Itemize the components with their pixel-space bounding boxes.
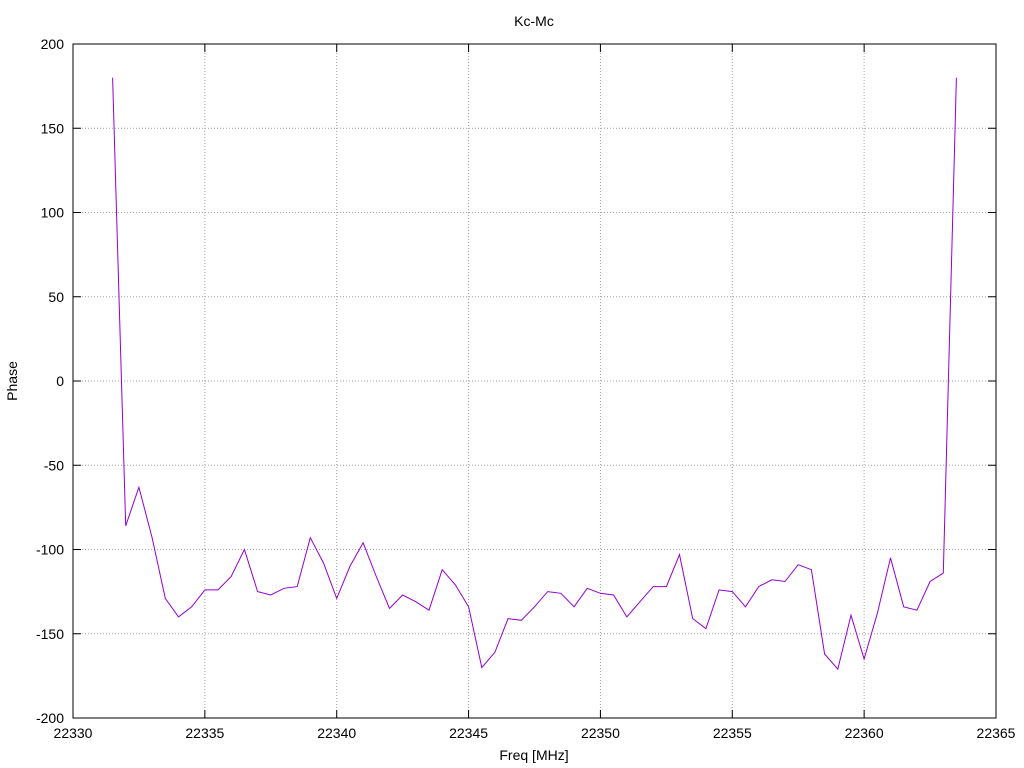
phase-line-chart: 22330 22335 22340 22345 22350 22355 22360 22365… <box>4 13 1016 763</box>
x-tick-label: 22365 <box>977 725 1016 741</box>
y-tick-label: -150 <box>36 626 64 642</box>
y-tick-label: -50 <box>44 457 64 473</box>
x-tick-labels: 22330 22335 22340 22345 22350 22355 22360 22365 <box>54 725 1016 741</box>
y-tick-label: 100 <box>41 205 65 221</box>
y-tick-label: 150 <box>41 120 65 136</box>
x-tick-label: 22355 <box>713 725 752 741</box>
plot-series <box>112 77 957 671</box>
y-axis-label: Phase <box>4 361 20 401</box>
x-tick-label: 22340 <box>317 725 356 741</box>
grid-lines <box>73 44 996 718</box>
x-tick-label: 22335 <box>185 725 224 741</box>
x-tick-label: 22360 <box>845 725 884 741</box>
y-tick-labels: -200 -150 -100 -50 0 50 100 150 200 <box>36 36 64 726</box>
chart-title: Kc-Mc <box>514 13 554 29</box>
y-tick-label: 200 <box>41 36 65 52</box>
phase-series-line <box>112 77 957 671</box>
y-tick-label: -100 <box>36 542 64 558</box>
x-tick-label: 22345 <box>449 725 488 741</box>
x-axis-label: Freq [MHz] <box>499 747 568 763</box>
y-tick-label: 50 <box>48 289 64 305</box>
y-tick-label: 0 <box>56 373 64 389</box>
x-tick-label: 22330 <box>54 725 93 741</box>
x-tick-label: 22350 <box>581 725 620 741</box>
y-tick-label: -200 <box>36 710 64 726</box>
